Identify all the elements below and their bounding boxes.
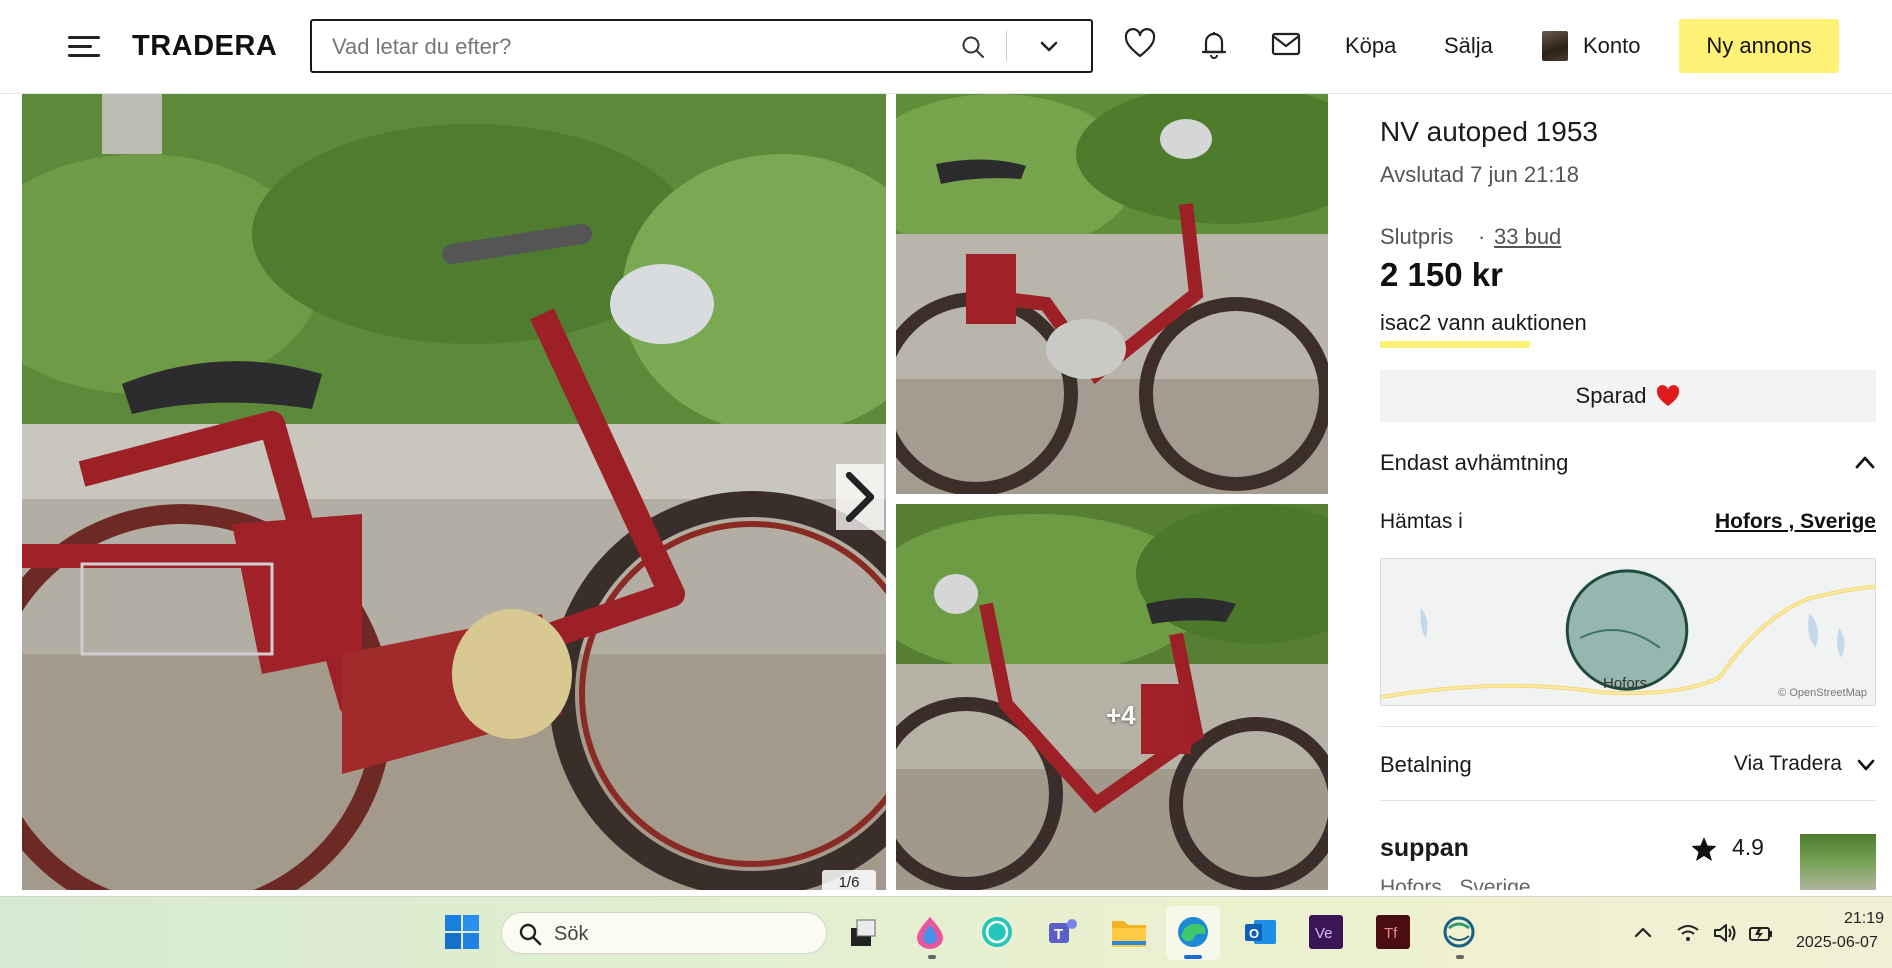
search-icon [519, 923, 542, 946]
thumbnail-photo-2[interactable] [896, 94, 1328, 494]
windows-start-icon[interactable] [444, 914, 480, 950]
seller-name[interactable]: suppan [1380, 834, 1469, 863]
vegas-icon[interactable]: Ve [1306, 912, 1346, 952]
teams-icon[interactable]: T [1043, 912, 1083, 952]
typeface-icon[interactable]: Tf [1373, 912, 1413, 952]
final-price-label: Slutpris [1380, 224, 1454, 249]
image-gallery: 1/6 +4 [22, 94, 1328, 890]
chevron-down-icon[interactable] [1856, 758, 1876, 772]
winner-text: isac2 vann auktionen [1380, 310, 1587, 335]
heart-filled-icon [1657, 385, 1680, 406]
top-header: TRADERA Köpa Sälja Konto Ny annons [0, 0, 1892, 94]
search-input[interactable] [332, 34, 932, 60]
taskbar-search[interactable]: Sök [501, 912, 827, 954]
listing-ended-time: Avslutad 7 jun 21:18 [1380, 162, 1579, 187]
running-indicator [928, 955, 936, 959]
map-credit[interactable]: © OpenStreetMap [1778, 687, 1867, 699]
whatsapp-icon[interactable] [977, 912, 1017, 952]
location-map[interactable]: Hofors © OpenStreetMap [1380, 558, 1876, 706]
payment-value[interactable]: Via Tradera [1734, 752, 1842, 776]
search-divider [1006, 31, 1007, 61]
chevron-up-icon [1855, 456, 1875, 469]
nav-account-link[interactable]: Konto [1583, 33, 1641, 59]
listing-title: NV autoped 1953 [1380, 116, 1598, 147]
paint-icon[interactable] [910, 912, 950, 952]
menu-icon[interactable] [68, 34, 100, 58]
final-price: 2 150 kr [1380, 256, 1503, 293]
payment-label: Betalning [1380, 752, 1472, 777]
listing-panel: NV autoped 1953 Avslutad 7 jun 21:18 Slu… [1380, 94, 1876, 890]
battery-icon[interactable] [1748, 920, 1774, 946]
svg-text:T: T [1054, 926, 1063, 943]
clock-date[interactable]: 2025-06-07 [1796, 934, 1878, 952]
tradera-logo[interactable]: TRADERA [132, 30, 277, 63]
seller-rating: 4.9 [1732, 834, 1764, 860]
outlook-icon[interactable]: O [1240, 912, 1280, 952]
bids-link[interactable]: 33 bud [1494, 224, 1561, 250]
pickup-label: Hämtas i [1380, 510, 1463, 533]
search-icon[interactable] [960, 34, 986, 60]
saved-label: Sparad [1575, 383, 1647, 408]
divider [1380, 726, 1876, 727]
next-image-button[interactable] [836, 464, 884, 530]
taskbar-search-label: Sök [554, 923, 589, 945]
shipping-label: Endast avhämtning [1380, 450, 1569, 475]
seller-item-thumbnail[interactable] [1800, 834, 1876, 890]
clock-time[interactable]: 21:19 [1844, 910, 1884, 928]
active-indicator [1184, 955, 1202, 959]
bell-icon[interactable] [1196, 26, 1232, 62]
winner-highlight [1380, 341, 1530, 348]
thumbnail-photo-3[interactable]: +4 [896, 504, 1328, 890]
divider [1380, 800, 1876, 801]
volume-icon[interactable] [1712, 920, 1738, 946]
chevron-down-icon[interactable] [1034, 33, 1064, 61]
separator-dot: · [1478, 224, 1486, 249]
heart-icon[interactable] [1122, 26, 1158, 62]
running-indicator [1456, 955, 1464, 959]
main-photo[interactable]: 1/6 [22, 94, 886, 890]
file-explorer-icon[interactable] [1109, 912, 1149, 952]
avatar[interactable] [1542, 31, 1568, 61]
nav-sell-link[interactable]: Sälja [1444, 33, 1493, 59]
svg-text:Tf: Tf [1384, 925, 1398, 942]
search-bar [310, 19, 1093, 73]
svg-text:O: O [1249, 926, 1259, 941]
nav-buy-link[interactable]: Köpa [1345, 33, 1396, 59]
svg-text:Ve: Ve [1315, 925, 1333, 942]
more-images-count[interactable]: +4 [1106, 700, 1136, 731]
new-listing-button[interactable]: Ny annons [1679, 19, 1839, 73]
chevron-right-icon [845, 471, 875, 523]
pickup-location-link[interactable]: Hofors , Sverige [1715, 510, 1876, 534]
saved-button[interactable]: Sparad [1380, 370, 1876, 422]
browser-icon[interactable] [1439, 912, 1479, 952]
seller-location: Hofors , Sverige [1380, 876, 1531, 890]
wifi-icon[interactable] [1675, 920, 1701, 946]
widgets-icon[interactable] [843, 912, 883, 952]
shipping-toggle[interactable]: Endast avhämtning [1380, 438, 1876, 490]
chevron-up-icon[interactable] [1630, 920, 1656, 946]
mail-icon[interactable] [1268, 26, 1304, 62]
map-town-label: Hofors [1603, 675, 1648, 692]
image-counter: 1/6 [822, 870, 876, 890]
edge-icon[interactable] [1173, 912, 1213, 952]
star-icon [1691, 837, 1717, 861]
